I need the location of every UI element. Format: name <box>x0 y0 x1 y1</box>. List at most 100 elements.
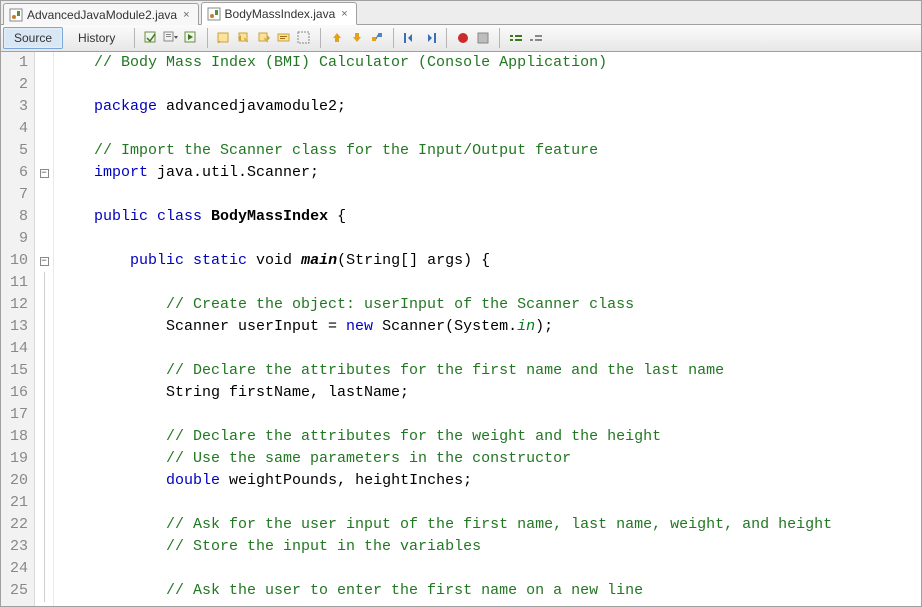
shift-left-icon[interactable] <box>402 30 418 46</box>
line-number: 4 <box>1 118 28 140</box>
code-text <box>58 252 130 269</box>
prev-bookmark-icon[interactable] <box>329 30 345 46</box>
code-text: double <box>166 472 220 489</box>
code-text: void <box>256 252 301 269</box>
line-number: 22 <box>1 514 28 536</box>
code-text: in <box>517 318 535 335</box>
code-text: // Create the object: userInput of the S… <box>58 296 634 313</box>
line-number: 15 <box>1 360 28 382</box>
code-editor[interactable]: 1234567891011121314151617181920212223242… <box>1 52 921 606</box>
line-number: 7 <box>1 184 28 206</box>
editor-window: AdvancedJavaModule2.java × BodyMassIndex… <box>0 0 922 607</box>
code-text: main <box>301 252 337 269</box>
file-tab-label: BodyMassIndex.java <box>225 7 336 21</box>
separator <box>499 28 500 48</box>
code-text: ); <box>535 318 553 335</box>
history-view-tab[interactable]: History <box>67 27 126 49</box>
find-prev-icon[interactable] <box>236 30 252 46</box>
separator <box>134 28 135 48</box>
code-text: new <box>346 318 373 335</box>
macro-record-icon[interactable] <box>455 30 471 46</box>
last-edit-icon[interactable] <box>143 30 159 46</box>
line-number: 17 <box>1 404 28 426</box>
line-number: 25 <box>1 580 28 602</box>
find-next-icon[interactable] <box>256 30 272 46</box>
code-text: String firstName, lastName; <box>58 384 409 401</box>
java-file-icon <box>9 8 23 22</box>
code-text: { <box>328 208 346 225</box>
fold-toggle-icon[interactable]: − <box>40 257 49 266</box>
code-text: BodyMassIndex <box>211 208 328 225</box>
shift-right-icon[interactable] <box>422 30 438 46</box>
line-number: 24 <box>1 558 28 580</box>
line-number: 10 <box>1 250 28 272</box>
code-text: Scanner userInput = <box>58 318 346 335</box>
separator <box>446 28 447 48</box>
line-number: 14 <box>1 338 28 360</box>
code-text: // Declare the attributes for the first … <box>58 362 724 379</box>
line-number: 6 <box>1 162 28 184</box>
line-number: 23 <box>1 536 28 558</box>
next-bookmark-icon[interactable] <box>349 30 365 46</box>
code-text: // Ask the user to enter the first name … <box>58 582 643 599</box>
separator <box>393 28 394 48</box>
code-text: // Declare the attributes for the weight… <box>58 428 661 445</box>
close-icon[interactable]: × <box>181 9 191 21</box>
code-text <box>58 472 166 489</box>
code-text: package <box>94 98 157 115</box>
code-text <box>58 98 94 115</box>
line-number: 2 <box>1 74 28 96</box>
line-number: 8 <box>1 206 28 228</box>
editor-toolbar: Source History <box>1 25 921 52</box>
separator <box>207 28 208 48</box>
code-text: // Ask for the user input of the first n… <box>58 516 832 533</box>
line-number: 18 <box>1 426 28 448</box>
close-icon[interactable]: × <box>339 8 349 20</box>
forward-icon[interactable] <box>183 30 199 46</box>
code-text: public static <box>130 252 256 269</box>
file-tab-bar: AdvancedJavaModule2.java × BodyMassIndex… <box>1 1 921 25</box>
code-text: java.util.Scanner; <box>148 164 319 181</box>
code-text: weightPounds, heightInches; <box>220 472 472 489</box>
code-text: // Body Mass Index (BMI) Calculator (Con… <box>58 54 607 71</box>
line-number: 1 <box>1 52 28 74</box>
fold-column: − − <box>35 52 54 606</box>
find-selection-icon[interactable] <box>216 30 232 46</box>
line-number: 13 <box>1 316 28 338</box>
fold-toggle-icon[interactable]: − <box>40 169 49 178</box>
line-number: 12 <box>1 294 28 316</box>
code-text: // Use the same parameters in the constr… <box>58 450 571 467</box>
line-number-gutter: 1234567891011121314151617181920212223242… <box>1 52 35 606</box>
dropdown-icon[interactable] <box>163 30 179 46</box>
code-text <box>58 208 94 225</box>
toggle-rect-icon[interactable] <box>296 30 312 46</box>
line-number: 20 <box>1 470 28 492</box>
code-text: // Import the Scanner class for the Inpu… <box>58 142 598 159</box>
code-text: // Store the input in the variables <box>58 538 481 555</box>
file-tab-label: AdvancedJavaModule2.java <box>27 8 177 22</box>
line-number: 16 <box>1 382 28 404</box>
java-file-icon <box>207 7 221 21</box>
uncomment-icon[interactable] <box>528 30 544 46</box>
separator <box>320 28 321 48</box>
source-view-tab[interactable]: Source <box>3 27 63 49</box>
code-text: (String[] args) { <box>337 252 490 269</box>
code-area[interactable]: // Body Mass Index (BMI) Calculator (Con… <box>54 52 921 606</box>
line-number: 5 <box>1 140 28 162</box>
line-number: 21 <box>1 492 28 514</box>
line-number: 19 <box>1 448 28 470</box>
line-number: 11 <box>1 272 28 294</box>
code-text: Scanner(System. <box>373 318 517 335</box>
file-tab-bodymassindex[interactable]: BodyMassIndex.java × <box>201 2 357 25</box>
line-number: 9 <box>1 228 28 250</box>
comment-icon[interactable] <box>508 30 524 46</box>
line-number: 3 <box>1 96 28 118</box>
toggle-bookmark-icon[interactable] <box>369 30 385 46</box>
code-text: import <box>94 164 148 181</box>
file-tab-advancedjavamodule2[interactable]: AdvancedJavaModule2.java × <box>3 3 199 25</box>
macro-stop-icon[interactable] <box>475 30 491 46</box>
code-text: advancedjavamodule2; <box>157 98 346 115</box>
code-text: public class <box>94 208 211 225</box>
highlight-icon[interactable] <box>276 30 292 46</box>
code-text <box>58 164 94 181</box>
